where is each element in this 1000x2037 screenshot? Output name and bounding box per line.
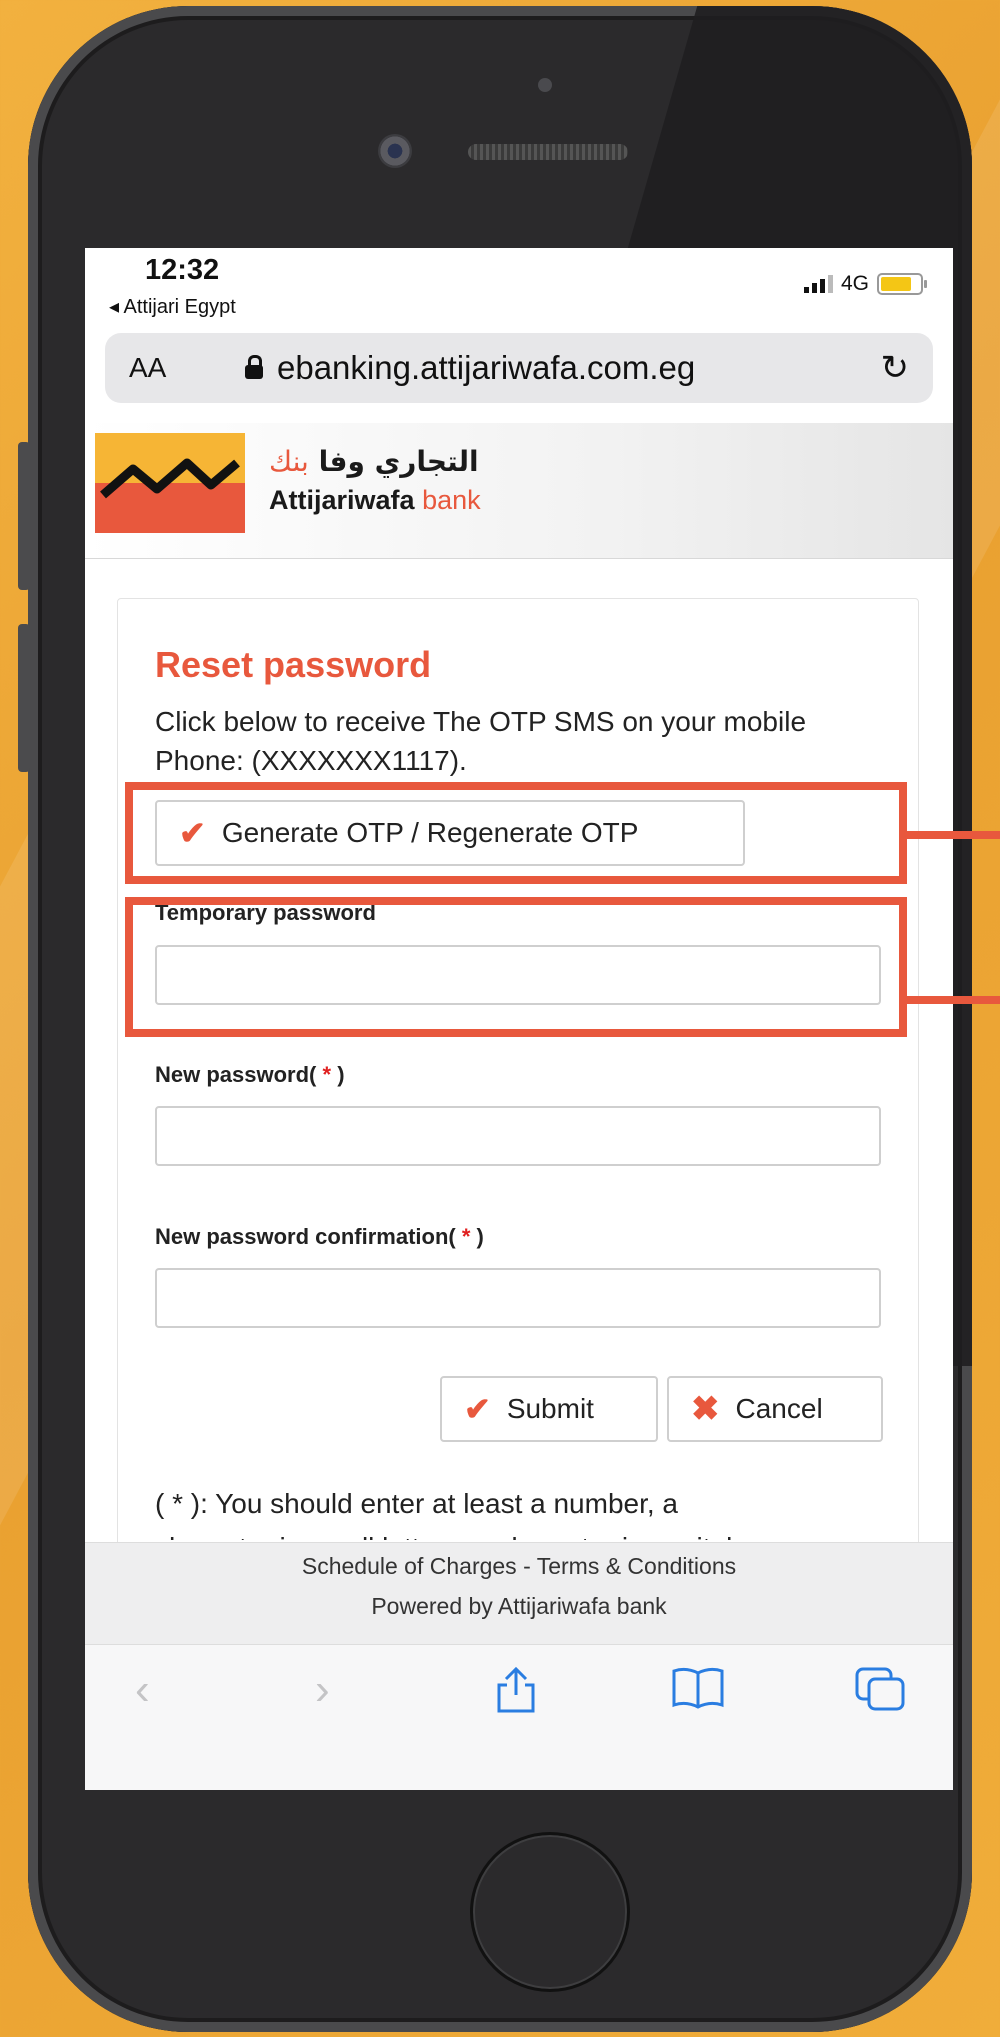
- cancel-label: Cancel: [735, 1393, 823, 1424]
- cancel-button[interactable]: ✖ Cancel: [667, 1376, 883, 1442]
- book-icon[interactable]: [670, 1665, 726, 1720]
- lock-icon: [245, 355, 263, 379]
- status-indicators: 4G: [803, 272, 927, 296]
- signal-icon: [803, 275, 833, 293]
- confirm-password-input[interactable]: [155, 1268, 881, 1328]
- url-text: ebanking.attijariwafa.com.eg: [277, 349, 696, 386]
- submit-label: Submit: [506, 1393, 594, 1424]
- proximity-sensor: [538, 78, 552, 92]
- confirm-password-label: New password confirmation( * ): [155, 1224, 484, 1249]
- front-camera: [378, 134, 412, 168]
- battery-icon: [877, 273, 927, 295]
- chevron-right-icon[interactable]: ›: [315, 1665, 330, 1715]
- volume-up-button[interactable]: [18, 442, 30, 590]
- chevron-left-icon[interactable]: ‹: [135, 1665, 150, 1715]
- network-type: 4G: [840, 272, 869, 295]
- new-password-label: New password( * ): [155, 1062, 345, 1087]
- submit-button[interactable]: ✔ Submit: [440, 1376, 658, 1442]
- temp-password-callout-line: [905, 996, 1000, 1004]
- status-bar: 12:32 ◂ Attijari Egypt 4G: [85, 248, 953, 323]
- brand-english: Attijariwafa bank: [269, 485, 481, 515]
- otp-callout-line: [905, 831, 1000, 839]
- address-bar[interactable]: AA ebanking.attijariwafa.com.eg ↻: [105, 333, 933, 403]
- footer-powered: Powered by Attijariwafa bank: [371, 1593, 667, 1619]
- otp-highlight-box: [125, 782, 907, 884]
- reload-icon[interactable]: ↻: [881, 348, 910, 388]
- password-rules-note: ( * ): You should enter at least a numbe…: [155, 1488, 679, 1519]
- browser-toolbar: ‹ ›: [85, 1644, 953, 1790]
- bank-logo: [95, 433, 245, 533]
- bank-header: التجاري وفا بنك Attijariwafa bank: [85, 423, 953, 559]
- back-to-app[interactable]: ◂ Attijari Egypt: [109, 294, 236, 319]
- tabs-icon[interactable]: [853, 1665, 909, 1726]
- check-icon: ✔: [464, 1391, 491, 1427]
- home-button[interactable]: [470, 1832, 630, 1992]
- close-icon: ✖: [691, 1390, 720, 1428]
- temp-password-highlight-box: [125, 897, 907, 1037]
- footer-links[interactable]: Schedule of Charges - Terms & Conditions: [85, 1553, 953, 1580]
- status-time: 12:32: [145, 254, 220, 286]
- page-footer: Schedule of Charges - Terms & Conditions…: [85, 1542, 953, 1645]
- earpiece-speaker: [468, 144, 628, 160]
- password-rules-note-cut: character in small letters, a character …: [155, 1528, 732, 1540]
- text-size-button[interactable]: AA: [129, 352, 166, 384]
- brand-arabic: التجاري وفا بنك: [269, 445, 479, 478]
- new-password-input[interactable]: [155, 1106, 881, 1166]
- otp-description: Click below to receive The OTP SMS on yo…: [155, 706, 807, 776]
- page-title: Reset password: [155, 644, 432, 685]
- share-icon[interactable]: [493, 1665, 539, 1726]
- url-display[interactable]: ebanking.attijariwafa.com.eg: [245, 349, 695, 387]
- volume-down-button[interactable]: [18, 624, 30, 772]
